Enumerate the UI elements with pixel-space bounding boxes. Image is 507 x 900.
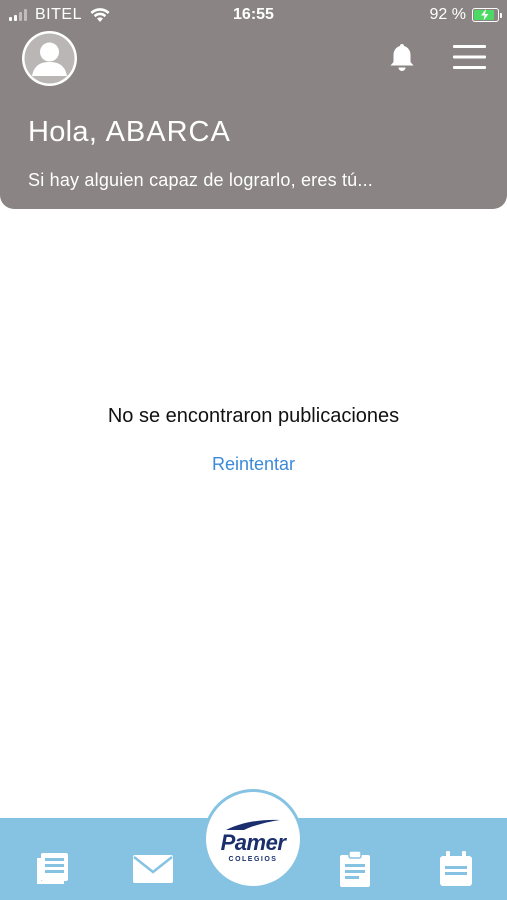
retry-button[interactable]: Reintentar [0,454,507,475]
greeting-prefix: Hola, [28,116,106,148]
greeting-subtitle: Si hay alguien capaz de lograrlo, eres t… [28,170,373,190]
battery-icon [472,8,502,22]
mail-icon[interactable] [132,850,174,888]
avatar[interactable] [22,31,77,86]
logo-subtext: COLEGIOS [228,856,278,863]
hamburger-menu-icon[interactable] [453,44,486,70]
empty-state-message: No se encontraron publicaciones [107,405,400,427]
user-silhouette-icon [24,33,75,84]
header: BITEL 16:55 92 % Hola, ABARCA Si hay alg… [0,0,507,209]
news-icon[interactable] [34,850,72,888]
battery-percent: 92 % [429,6,466,23]
status-right: 92 % [429,6,502,24]
status-bar: BITEL 16:55 92 % [0,0,507,30]
greeting: Hola, ABARCA [28,116,231,149]
calendar-icon[interactable] [437,850,475,888]
logo: Pamer COLEGIOS [206,792,300,886]
user-name: ABARCA [105,116,231,148]
bell-icon[interactable] [388,42,416,72]
home-logo-button[interactable]: Pamer COLEGIOS [203,789,303,889]
logo-text: Pamer [220,830,286,855]
clipboard-icon[interactable] [336,850,374,888]
